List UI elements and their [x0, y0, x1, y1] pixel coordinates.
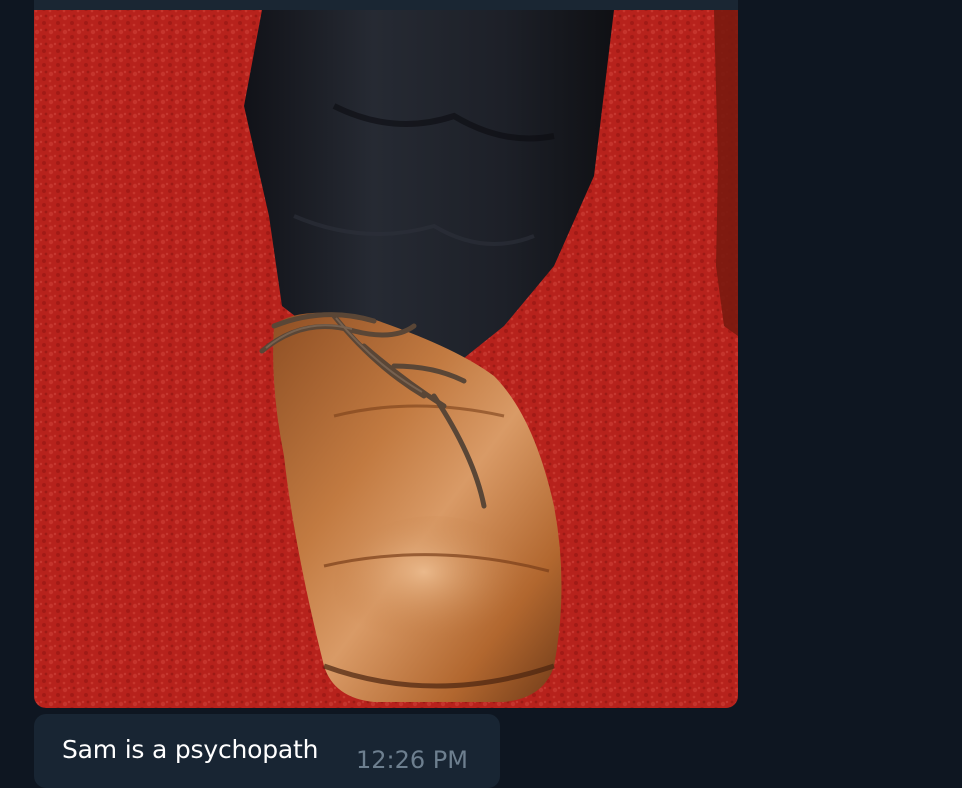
message-text: Sam is a psychopath — [62, 735, 319, 764]
shoe-photo — [34, 0, 738, 708]
message-timestamp: 12:26 PM — [356, 746, 468, 774]
photo-caption-strip — [34, 0, 738, 10]
chat-area[interactable]: Sam is a psychopath 12:26 PM — [0, 0, 962, 788]
message-bubble[interactable]: Sam is a psychopath 12:26 PM — [34, 714, 500, 788]
photo-message[interactable] — [34, 0, 738, 708]
